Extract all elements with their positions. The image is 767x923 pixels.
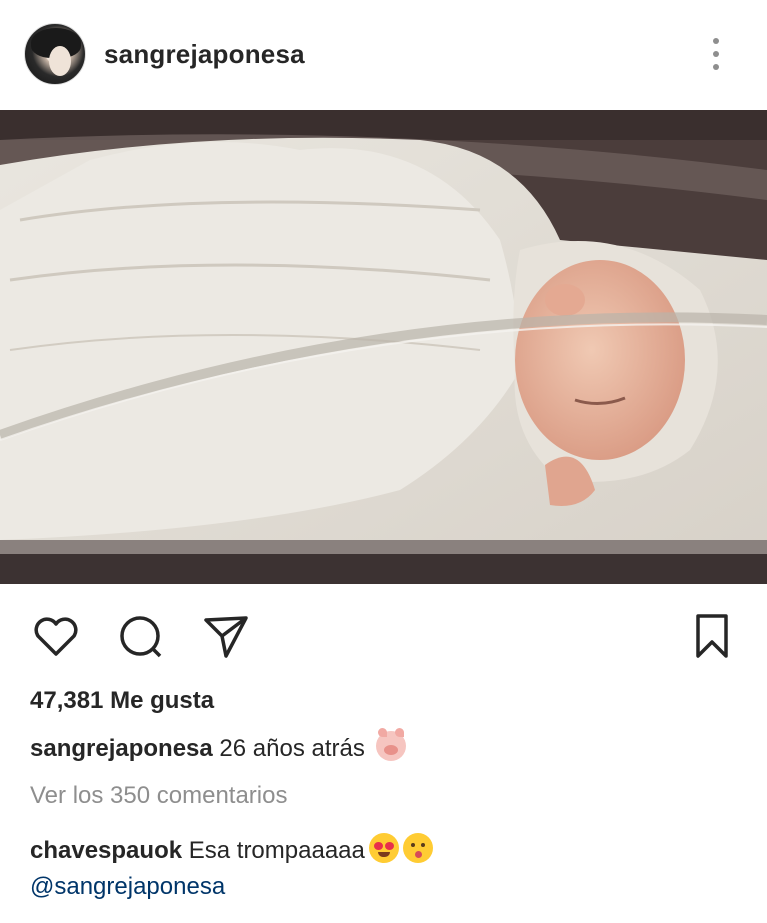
comment-bubble-icon[interactable] — [114, 610, 166, 662]
post-photo[interactable] — [0, 110, 767, 584]
kissing-face-emoji — [402, 833, 433, 863]
bookmark-icon[interactable] — [686, 610, 738, 662]
post-caption: sangrejaponesa 26 años atrás — [30, 728, 406, 763]
action-bar — [0, 600, 767, 670]
comment-text: Esa trompaaaaa — [188, 837, 365, 864]
heart-eyes-emoji — [368, 833, 399, 863]
avatar[interactable] — [24, 23, 86, 85]
pig-face-emoji — [375, 728, 406, 761]
caption-username[interactable]: sangrejaponesa — [30, 735, 213, 762]
view-comments-link[interactable]: Ver los 350 comentarios — [30, 782, 287, 810]
comment-item: chavespauok Esa trompaaaaa — [30, 833, 433, 865]
more-options-icon[interactable] — [706, 36, 726, 72]
paper-plane-icon[interactable] — [200, 610, 252, 662]
post-header: sangrejaponesa — [0, 0, 767, 110]
heart-outline-icon[interactable] — [30, 610, 82, 662]
comment-mention[interactable]: @sangrejaponesa — [30, 873, 225, 901]
caption-text: 26 años atrás — [219, 735, 365, 762]
post-username[interactable]: sangrejaponesa — [104, 39, 305, 70]
like-count[interactable]: 47,381 Me gusta — [30, 687, 214, 715]
comment-username[interactable]: chavespauok — [30, 837, 182, 864]
